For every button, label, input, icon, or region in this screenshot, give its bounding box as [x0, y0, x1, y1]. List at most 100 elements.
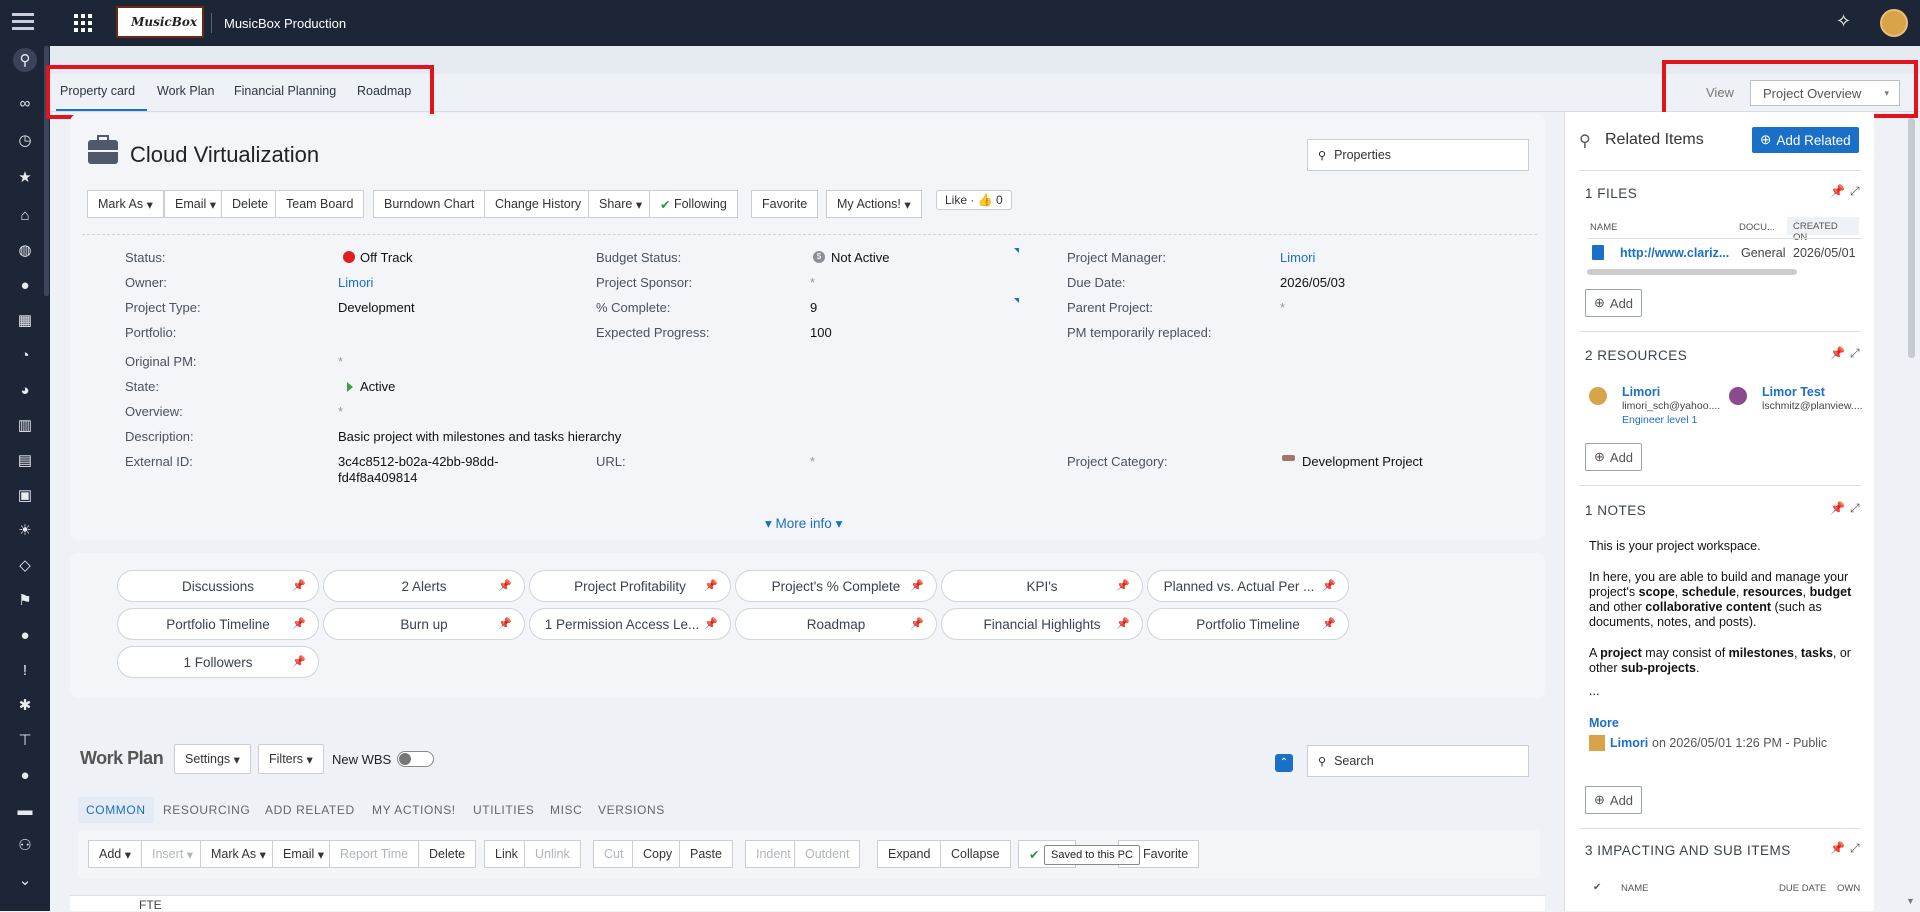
settings-button[interactable]: Settings ▾ — [174, 744, 251, 774]
pin-icon[interactable]: 📌 — [704, 579, 718, 592]
unlink-button[interactable]: Unlink — [524, 840, 581, 868]
share-button[interactable]: Share ▾ — [588, 190, 654, 218]
note-author-link[interactable]: Limori — [1610, 736, 1648, 750]
home-icon[interactable]: ⌂ — [11, 201, 39, 229]
chat-icon[interactable]: ● — [11, 271, 39, 299]
add-resource-button[interactable]: ⊕ Add — [1585, 443, 1643, 471]
workplan-search-input[interactable]: ⚲ Search — [1307, 745, 1529, 777]
expand-icon[interactable]: ⤢ — [1850, 184, 1860, 199]
pin-icon[interactable]: 📌 — [292, 579, 306, 592]
insert-button[interactable]: Insert ▾ — [141, 840, 205, 868]
messages-icon[interactable]: ▬ — [11, 796, 39, 824]
collapse-up-icon[interactable]: ⌃ — [1275, 754, 1293, 772]
note-more-link[interactable]: More — [1589, 716, 1619, 730]
pin-icon[interactable]: 📌 — [910, 617, 924, 630]
pill-planned-vs-actual[interactable]: Planned vs. Actual Per ... 📌 — [1147, 570, 1349, 602]
email-button[interactable]: Email ▾ — [272, 840, 336, 868]
pill-project-complete[interactable]: Project's % Complete 📌 — [735, 570, 937, 602]
pie-icon[interactable]: ◕ — [11, 376, 39, 404]
subtab-misc[interactable]: MISC — [550, 803, 582, 817]
chevron-down-icon[interactable]: ⌄ — [11, 866, 39, 894]
copy-button[interactable]: Copy — [632, 840, 684, 868]
pill-portfolio-timeline[interactable]: Portfolio Timeline 📌 — [117, 608, 319, 640]
pill-portfolio-timeline-2[interactable]: Portfolio Timeline 📌 — [1147, 608, 1349, 640]
subtab-resourcing[interactable]: RESOURCING — [163, 803, 250, 817]
resource-name[interactable]: Limori — [1622, 385, 1660, 399]
link-button[interactable]: Link — [484, 840, 529, 868]
email-button[interactable]: Email ▾ — [164, 190, 228, 218]
alert-icon[interactable]: ! — [11, 656, 39, 684]
pin-icon[interactable]: 📌 — [1322, 579, 1336, 592]
pin-icon[interactable]: 📌 — [292, 655, 306, 668]
owner-link[interactable]: Limori — [338, 275, 373, 290]
burndown-chart-button[interactable]: Burndown Chart — [373, 190, 486, 218]
company-logo[interactable]: MusicBox — [116, 6, 204, 38]
delete-button[interactable]: Delete — [418, 840, 477, 868]
filters-button[interactable]: Filters ▾ — [258, 744, 324, 774]
expand-icon[interactable]: ⤢ — [1850, 501, 1860, 516]
lightbulb-sun-icon[interactable]: ☀ — [11, 516, 39, 544]
add-file-button[interactable]: ⊕ Add — [1585, 289, 1643, 317]
pin-icon[interactable]: 📌 — [292, 617, 306, 630]
user-icon[interactable]: ● — [11, 761, 39, 789]
pill-followers[interactable]: 1 Followers 📌 — [117, 646, 319, 678]
hierarchy-icon[interactable]: ⊤ — [11, 726, 39, 754]
history-icon[interactable]: ◷ — [11, 126, 39, 154]
new-wbs-toggle[interactable] — [397, 751, 434, 767]
scroll-down-icon[interactable]: ▼ — [1906, 896, 1915, 906]
flag-icon[interactable]: ⚑ — [11, 586, 39, 614]
project-manager-link[interactable]: Limori — [1280, 250, 1315, 265]
resource-role[interactable]: Engineer level 1 — [1622, 414, 1697, 426]
pill-permission-access[interactable]: 1 Permission Access Le... 📌 — [529, 608, 731, 640]
app-grid-icon[interactable] — [74, 14, 92, 32]
pin-icon[interactable]: 📌 — [910, 579, 924, 592]
pin-icon[interactable]: 📌 — [1830, 501, 1845, 515]
delete-button[interactable]: Delete — [221, 190, 280, 218]
collapse-button[interactable]: Collapse — [940, 840, 1011, 868]
pill-project-profitability[interactable]: Project Profitability 📌 — [529, 570, 731, 602]
page-scrollbar[interactable] — [1908, 118, 1915, 358]
briefcase-icon[interactable]: ▤ — [11, 446, 39, 474]
my-actions-button[interactable]: My Actions! ▾ — [826, 190, 922, 218]
pin-icon[interactable]: 📌 — [1830, 346, 1845, 360]
infinity-icon[interactable]: ∞ — [11, 89, 39, 117]
pin-icon[interactable]: 📌 — [1116, 579, 1130, 592]
pill-kpis[interactable]: KPI's 📌 — [941, 570, 1143, 602]
add-button[interactable]: Add ▾ — [88, 840, 142, 868]
expand-button[interactable]: Expand — [877, 840, 942, 868]
file-link[interactable]: http://www.clariz... — [1620, 246, 1729, 260]
add-note-button[interactable]: ⊕ Add — [1585, 786, 1643, 814]
diamond-icon[interactable]: ◇ — [11, 551, 39, 579]
check-icon[interactable]: ✔ — [1593, 882, 1601, 893]
pin-icon[interactable]: 📌 — [1830, 184, 1845, 198]
properties-search-input[interactable]: ⚲ Properties — [1307, 139, 1529, 171]
globe-icon[interactable]: ◍ — [11, 236, 39, 264]
resource-name[interactable]: Limor Test — [1762, 385, 1825, 399]
star-icon[interactable]: ★ — [11, 163, 39, 191]
cut-button[interactable]: Cut — [593, 840, 635, 868]
pin-icon[interactable]: 📌 — [498, 579, 512, 592]
change-history-button[interactable]: Change History — [484, 190, 593, 218]
team-board-button[interactable]: Team Board — [275, 190, 365, 218]
pill-alerts[interactable]: 2 Alerts 📌 — [323, 570, 525, 602]
like-button[interactable]: Like · 👍 0 — [936, 190, 1012, 210]
pin-icon[interactable]: 📌 — [498, 617, 512, 630]
paste-button[interactable]: Paste — [679, 840, 733, 868]
pill-roadmap[interactable]: Roadmap 📌 — [735, 608, 937, 640]
more-info-toggle[interactable]: ▾ More info ▾ — [765, 516, 842, 532]
subtab-utilities[interactable]: UTILITIES — [473, 803, 534, 817]
outdent-button[interactable]: Outdent — [794, 840, 861, 868]
add-related-button[interactable]: ⊕ Add Related — [1752, 127, 1859, 153]
dashboard-icon[interactable]: ▦ — [11, 306, 39, 334]
pin-icon[interactable]: 📌 — [704, 617, 718, 630]
portfolio-icon[interactable]: ▣ — [11, 481, 39, 509]
gauge-icon[interactable]: ◔ — [11, 341, 39, 369]
expand-icon[interactable]: ⤢ — [1850, 841, 1860, 856]
expand-icon[interactable]: ⤢ — [1850, 346, 1860, 361]
mark-as-button[interactable]: Mark As ▾ — [87, 190, 164, 218]
favorite-button[interactable]: Favorite — [751, 190, 819, 218]
mark-as-button[interactable]: Mark As ▾ — [200, 840, 277, 868]
pin-icon[interactable]: 📌 — [1322, 617, 1336, 630]
pill-burn-up[interactable]: Burn up 📌 — [323, 608, 525, 640]
team-icon[interactable]: ⚇ — [11, 831, 39, 859]
